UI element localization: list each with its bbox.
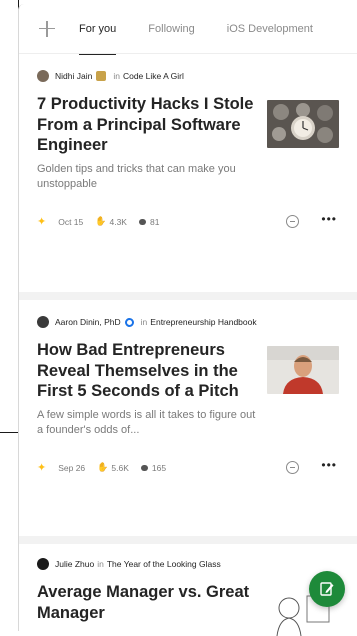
author-row: Julie Zhuo in The Year of the Looking Gl… [37,554,339,574]
publication-name[interactable]: Code Like A Girl [123,71,184,81]
minus-circle-icon[interactable] [286,460,299,474]
publish-date: Oct 15 [58,216,84,227]
author-name[interactable]: Aaron Dinin, PhD [55,317,121,327]
tab-for-you[interactable]: For you [79,4,117,55]
tab-ios-development[interactable]: iOS Development [227,4,313,54]
divider [19,536,357,544]
author-name[interactable]: Nidhi Jain [55,71,92,81]
article-card[interactable]: Nidhi Jain in Code Like A Girl 7 Product… [19,66,357,232]
clap-icon: ✋ [97,462,109,472]
in-label: in [113,71,120,81]
in-label: in [140,317,148,327]
more-icon[interactable]: ••• [321,212,337,226]
article-subtitle: A few simple words is all it takes to fi… [37,408,256,436]
clap-icon: ✋ [95,216,107,226]
feed-tabs: For you Following iOS Development [19,4,357,55]
article-body: How Bad Entrepreneurs Reveal Themselves … [37,340,339,438]
minus-circle-icon[interactable] [286,214,299,228]
article-subtitle: Golden tips and tricks that can make you… [37,162,236,190]
author-name[interactable]: Julie Zhuo [55,559,94,569]
article-card[interactable]: Aaron Dinin, PhD in Entrepreneurship Han… [19,312,357,478]
article-title[interactable]: How Bad Entrepreneurs Reveal Themselves … [37,340,259,402]
clap-count: ✋ 4.3K [95,216,127,227]
avatar[interactable] [37,70,49,82]
comment-icon [140,464,148,471]
article-card[interactable]: Julie Zhuo in The Year of the Looking Gl… [19,554,357,636]
pencil-icon [320,582,334,596]
man-portrait-image[interactable] [267,346,339,394]
write-button[interactable] [309,571,345,607]
publish-date: Sep 26 [58,462,86,473]
star-icon: ✦ [37,462,47,474]
article-title[interactable]: Average Manager vs. Great Manager [37,582,259,623]
tab-following[interactable]: Following [148,4,194,54]
divider [19,292,357,300]
star-icon: ✦ [37,216,47,228]
article-body: Average Manager vs. Great Manager [37,582,339,636]
publication-name[interactable]: The Year of the Looking Glass [107,559,221,569]
comment-count: 165 [140,463,166,473]
article-meta: ✦ Oct 15 ✋ 4.3K 81 ••• [37,212,339,232]
avatar[interactable] [37,558,49,570]
watch-collage-image[interactable] [267,100,339,148]
article-body: 7 Productivity Hacks I Stole From a Prin… [37,94,339,192]
app-screen: For you Following iOS Development Nidhi … [18,4,357,636]
author-row: Nidhi Jain in Code Like A Girl [37,66,339,86]
plus-icon[interactable] [37,19,57,39]
article-title[interactable]: 7 Productivity Hacks I Stole From a Prin… [37,94,259,156]
more-icon[interactable]: ••• [321,458,337,472]
clap-count: ✋ 5.6K [97,462,129,473]
publication-name[interactable]: Entrepreneurship Handbook [150,317,256,327]
verified-icon [124,317,134,327]
comment-count: 81 [138,217,159,227]
author-row: Aaron Dinin, PhD in Entrepreneurship Han… [37,312,339,332]
comment-icon [138,218,146,225]
article-meta: ✦ Sep 26 ✋ 5.6K 165 ••• [37,458,339,478]
author-badge-icon [96,71,107,81]
in-label: in [97,559,104,569]
avatar[interactable] [37,316,49,328]
background-frame [0,0,19,433]
